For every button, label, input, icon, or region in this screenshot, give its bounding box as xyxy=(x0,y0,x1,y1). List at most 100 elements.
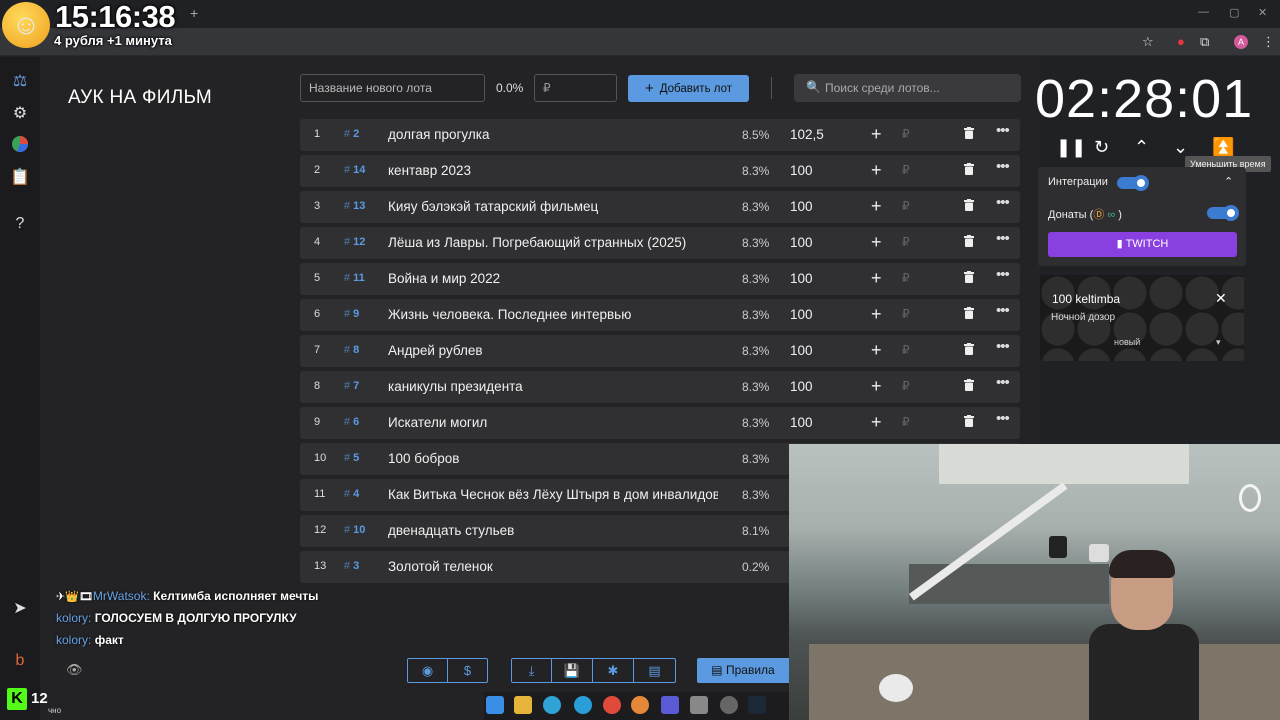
lot-amount[interactable]: 100 xyxy=(790,343,813,358)
more-options-icon[interactable]: ••• xyxy=(996,374,1010,391)
eye-icon[interactable]: 👁 xyxy=(66,662,83,678)
ruble-icon[interactable]: ₽ xyxy=(902,271,910,285)
more-options-icon[interactable]: ••• xyxy=(996,266,1010,283)
close-icon[interactable]: ✕ xyxy=(1215,290,1227,307)
lot-fast-id[interactable]: #3 xyxy=(344,560,359,572)
steam-icon[interactable] xyxy=(748,696,766,714)
add-amount-icon[interactable]: + xyxy=(871,124,882,145)
more-options-icon[interactable]: ••• xyxy=(996,410,1010,427)
lot-fast-id[interactable]: #9 xyxy=(344,308,359,320)
lot-fast-id[interactable]: #2 xyxy=(344,128,359,140)
lot-fast-id[interactable]: #4 xyxy=(344,488,359,500)
add-amount-icon[interactable]: + xyxy=(871,160,882,181)
lot-fast-id[interactable]: #5 xyxy=(344,452,359,464)
trash-icon[interactable] xyxy=(964,271,974,283)
close-window-icon[interactable]: ✕ xyxy=(1258,6,1267,19)
lot-name[interactable]: Кияу бэлэкэй татарский фильмец xyxy=(388,199,718,214)
download-icon[interactable]: ⤓ xyxy=(511,658,552,683)
windows-start-icon[interactable] xyxy=(486,696,504,714)
file-explorer-icon[interactable] xyxy=(514,696,532,714)
more-options-icon[interactable]: ••• xyxy=(996,158,1010,175)
lot-name[interactable]: Андрей рублев xyxy=(388,343,718,358)
lot-fast-id[interactable]: #14 xyxy=(344,164,365,176)
minimize-icon[interactable]: — xyxy=(1198,6,1209,18)
new-lot-amount-input[interactable]: ₽ xyxy=(534,74,617,102)
lot-name[interactable]: 100 бобров xyxy=(388,451,718,466)
lot-row[interactable]: 4 #12 Лёша из Лавры. Погребающий странных … xyxy=(300,227,1020,259)
integrations-toggle[interactable] xyxy=(1117,175,1149,191)
obs-icon[interactable] xyxy=(720,696,738,714)
lot-amount[interactable]: 100 xyxy=(790,415,813,430)
lot-name[interactable]: Жизнь человека. Последнее интервью xyxy=(388,307,718,322)
lot-name[interactable]: Искатели могил xyxy=(388,415,718,430)
trash-icon[interactable] xyxy=(964,307,974,319)
lot-name[interactable]: каникулы президента xyxy=(388,379,718,394)
auction-gavel-icon[interactable]: ⚖ xyxy=(9,71,31,93)
lot-amount[interactable]: 100 xyxy=(790,307,813,322)
browser-address-bar[interactable] xyxy=(0,28,1280,56)
trash-icon[interactable] xyxy=(964,415,974,427)
lot-fast-id[interactable]: #7 xyxy=(344,380,359,392)
help-question-icon[interactable]: ? xyxy=(9,213,31,235)
profile-avatar[interactable]: A xyxy=(1234,35,1248,49)
telegram-icon[interactable]: ➤ xyxy=(9,598,31,620)
lot-name[interactable]: Как Витька Чеснок вёз Лёху Штыря в дом и… xyxy=(388,487,718,502)
collapse-chevron-icon[interactable]: ⌃ xyxy=(1224,175,1233,188)
add-amount-icon[interactable]: + xyxy=(871,376,882,397)
trash-icon[interactable] xyxy=(964,163,974,175)
reset-icon[interactable]: ↻ xyxy=(1094,137,1109,158)
lot-name[interactable]: долгая прогулка xyxy=(388,127,718,142)
maximize-icon[interactable]: ▢ xyxy=(1229,6,1239,19)
donation-status[interactable]: новый xyxy=(1114,337,1140,347)
extension-icon[interactable]: ● xyxy=(1177,34,1185,49)
trash-icon[interactable] xyxy=(964,343,974,355)
edge-icon[interactable] xyxy=(543,696,561,714)
donations-toggle[interactable] xyxy=(1207,205,1239,221)
boosty-icon[interactable]: b xyxy=(9,650,31,672)
more-options-icon[interactable]: ••• xyxy=(996,302,1010,319)
bug-icon[interactable]: ✱ xyxy=(592,658,634,683)
lot-name[interactable]: Лёша из Лавры. Погребающий странных (202… xyxy=(388,235,718,250)
lot-amount[interactable]: 100 xyxy=(790,199,813,214)
app-icon[interactable] xyxy=(631,696,649,714)
github-icon[interactable]: ◉ xyxy=(407,658,448,683)
add-amount-icon[interactable]: + xyxy=(871,268,882,289)
rules-button[interactable]: ▤ Правила xyxy=(697,658,789,683)
save-icon[interactable]: 💾 xyxy=(551,658,593,683)
ruble-icon[interactable]: ₽ xyxy=(902,307,910,321)
more-options-icon[interactable]: ••• xyxy=(996,122,1010,139)
stats-app-icon[interactable] xyxy=(661,696,679,714)
lot-row[interactable]: 8 #7 каникулы президента 8.3% 100 + ₽ ••• xyxy=(300,371,1020,403)
clipboard-history-icon[interactable]: 📋 xyxy=(9,167,31,189)
new-tab-button[interactable]: + xyxy=(190,5,198,21)
chevron-up-icon[interactable]: ⌃ xyxy=(1134,137,1149,158)
browser-menu-icon[interactable]: ⋮ xyxy=(1262,34,1275,50)
lot-name[interactable]: кентавр 2023 xyxy=(388,163,718,178)
ruble-icon[interactable]: ₽ xyxy=(902,379,910,393)
ruble-icon[interactable]: ₽ xyxy=(902,127,910,141)
lot-row[interactable]: 3 #13 Кияу бэлэкэй татарский фильмец 8.3% 10… xyxy=(300,191,1020,223)
settings-gear-icon[interactable]: ⚙ xyxy=(9,103,31,125)
lot-row[interactable]: 1 #2 долгая прогулка 8.5% 102,5 + ₽ ••• xyxy=(300,119,1020,151)
chevron-down-icon[interactable]: ⌄ xyxy=(1173,137,1188,158)
twitch-button[interactable]: ▮ TWITCH xyxy=(1048,232,1237,257)
lot-fast-id[interactable]: #11 xyxy=(344,272,365,284)
lot-amount[interactable]: 100 xyxy=(790,235,813,250)
lot-amount[interactable]: 100 xyxy=(790,271,813,286)
ruble-icon[interactable]: ₽ xyxy=(902,343,910,357)
add-amount-icon[interactable]: + xyxy=(871,196,882,217)
extensions-puzzle-icon[interactable]: ⧉ xyxy=(1200,34,1209,50)
app-icon[interactable] xyxy=(690,696,708,714)
lot-name[interactable]: двенадцать стульев xyxy=(388,523,718,538)
clear-list-icon[interactable]: ▤ xyxy=(633,658,676,683)
lot-name[interactable]: Война и мир 2022 xyxy=(388,271,718,286)
lot-fast-id[interactable]: #8 xyxy=(344,344,359,356)
ruble-icon[interactable]: ₽ xyxy=(902,163,910,177)
lot-row[interactable]: 6 #9 Жизнь человека. Последнее интервью 8.3… xyxy=(300,299,1020,331)
new-lot-name-input[interactable]: Название нового лота xyxy=(300,74,485,102)
lot-row[interactable]: 2 #14 кентавр 2023 8.3% 100 + ₽ ••• xyxy=(300,155,1020,187)
telegram-taskbar-icon[interactable] xyxy=(574,696,592,714)
lot-fast-id[interactable]: #12 xyxy=(344,236,365,248)
ruble-icon[interactable]: ₽ xyxy=(902,415,910,429)
trash-icon[interactable] xyxy=(964,127,974,139)
